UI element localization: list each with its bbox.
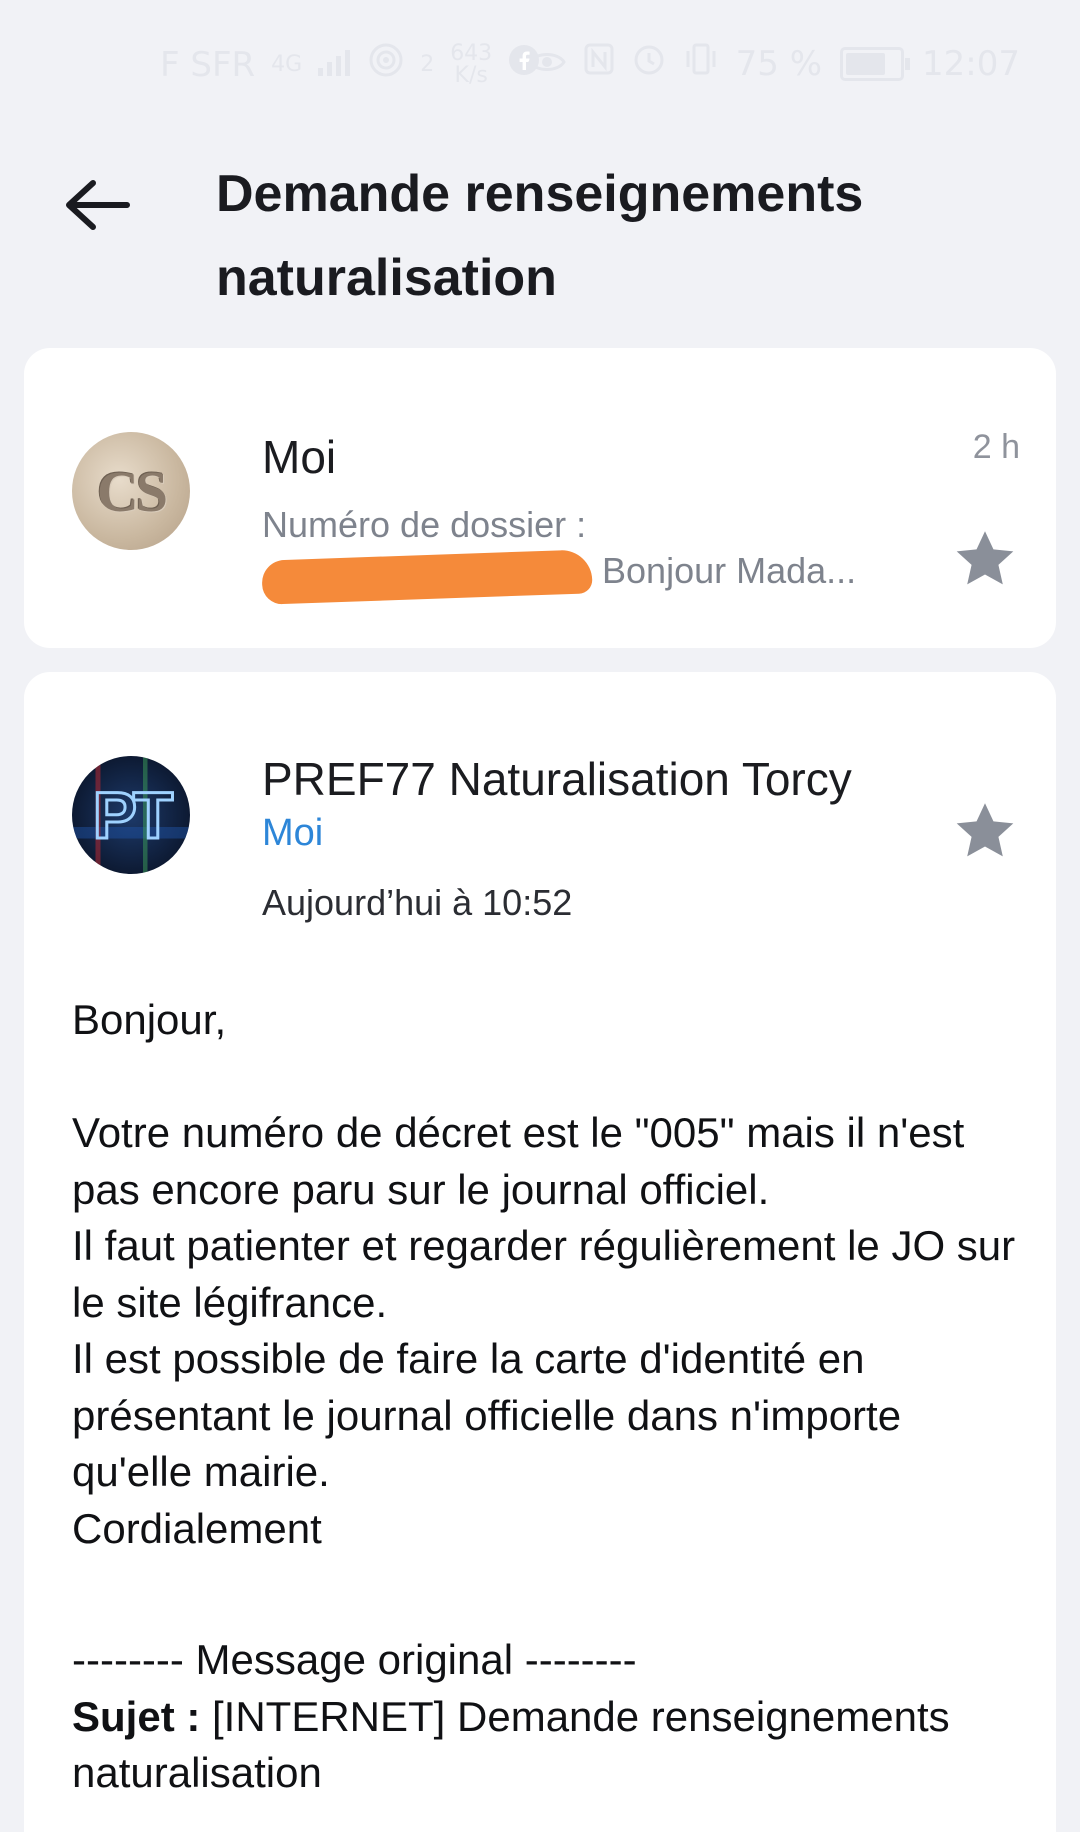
message-date: Aujourd’hui à 10:52 [262,882,573,923]
subject-label: Sujet : [72,1692,201,1740]
status-bar: F SFR 4G 2 643 K/s 75 % 12:07 [0,0,1080,130]
avatar: CS [72,432,190,550]
back-arrow-icon [66,180,130,230]
message-body: Bonjour, Votre numéro de décret est le "… [72,996,1016,1552]
back-button[interactable] [52,160,142,250]
preview-line-2: Bonjour Mada... [602,550,857,591]
message-time: 2 h [972,428,1020,466]
message-card-collapsed[interactable]: CS Moi 2 h Numéro de dossier : Bonjour M… [24,348,1056,648]
page-title: Demande renseignements naturalisation [216,165,864,307]
header: Demande renseignements naturalisation [0,140,1080,320]
original-subject: Sujet : [INTERNET] Demande renseignement… [72,1689,1032,1802]
message-preview: Numéro de dossier : Bonjour Mada... [261,502,902,606]
star-icon[interactable] [950,796,1020,866]
star-icon[interactable] [950,524,1020,594]
hotspot-count: 2 [420,51,435,77]
sender-name[interactable]: PREF77 Naturalisation Torcy [262,752,852,806]
battery-percent: 75 % [735,43,823,84]
network-type: 4G [271,51,303,77]
recipient[interactable]: Moi [262,812,323,855]
vibrate-icon [684,43,718,84]
redacted-dossier-number [261,549,593,606]
original-separator: -------- Message original -------- [72,1636,637,1683]
eye-icon [527,44,566,84]
alarm-icon [632,42,666,85]
carrier-label: F SFR [160,44,256,85]
network-speed: 643 K/s [450,40,493,88]
hotspot-icon [368,42,404,87]
battery-icon [840,46,911,81]
sender-name: Moi [262,431,337,483]
original-message-header: -------- Message original -------- Sujet… [72,1632,1032,1802]
nfc-icon [584,43,614,84]
avatar: PT [72,756,190,874]
preview-line-1: Numéro de dossier : [262,504,587,545]
clock: 12:07 [922,43,1020,84]
subject-value: [INTERNET] Demande renseignements natura… [72,1692,950,1797]
message-card-expanded: PT PREF77 Naturalisation Torcy Moi Aujou… [24,672,1056,1832]
signal-icon [318,45,352,85]
